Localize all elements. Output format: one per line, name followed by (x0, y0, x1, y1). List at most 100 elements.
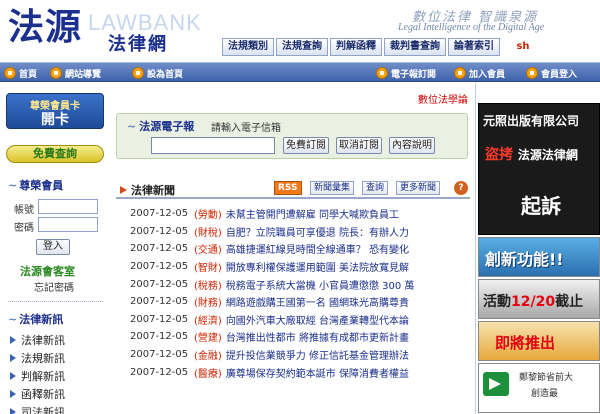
toolbar-home[interactable]: 首頁 (4, 66, 37, 80)
new-features-text: 創新功能!! (485, 250, 564, 269)
lawsuit-announcement-banner[interactable]: 元照出版有限公司 盜拷 法源法律網 起訴 (478, 103, 600, 235)
toolbar-set-homepage[interactable]: 設為首頁 (132, 66, 183, 80)
bullet-arrow-icon (10, 372, 16, 380)
column-divider (475, 83, 476, 414)
home-icon (4, 67, 16, 79)
news-headline[interactable]: 提升投信業競爭力 修正信託基金管理辦法 (226, 347, 409, 362)
news-row[interactable]: 2007-12-05 (營建) 台灣推出性都市 將推據有成都市更新計畫 (116, 328, 470, 346)
toolbar-sitemap[interactable]: 網站導覽 (50, 66, 101, 80)
left-sidebar: 尊榮會員卡 開卡 免費查詢 尊榮會員 帳號 密碼 登入 法源會客室 忘記密碼 法… (0, 83, 108, 414)
news-headline[interactable]: 向國外汽車大廠取經 台灣產業轉型代本論 (226, 312, 409, 327)
news-row[interactable]: 2007-12-05 (智財) 開放專利權保護運用範圍 美法院放寬見解 (116, 258, 470, 276)
logo-subtitle: 法律網 (108, 34, 168, 55)
news-headline[interactable]: 高雄捷運紅線見時間全線通車？ 恐有變化 (226, 241, 409, 256)
coming-soon-banner[interactable]: 即將推出 (478, 321, 600, 361)
site-logo[interactable]: 法源 (8, 6, 82, 48)
law-news-item[interactable]: 判解新訊 (10, 367, 105, 385)
news-tag: (交通) (194, 245, 222, 257)
megaphone-icon (483, 372, 509, 396)
law-news-item[interactable]: 法律新訊 (10, 331, 105, 349)
news-tag: (財稅) (194, 227, 222, 239)
forgot-password-link[interactable]: 忘記密碼 (34, 279, 74, 294)
coming-soon-text: 即將推出 (495, 334, 556, 352)
law-news-item[interactable]: 法規新訊 (10, 349, 105, 367)
rss-button[interactable]: RSS (274, 181, 302, 195)
news-headline[interactable]: 稅務電子系統大當機 小官員遭懲懲 300 萬 (226, 277, 415, 292)
news-date: 2007-12-05 (130, 331, 189, 343)
ad-headline-white: 法源法律網 (517, 148, 578, 162)
epaper-content-button[interactable]: 內容說明 (389, 137, 435, 154)
digital-law-link[interactable]: 數位法學論 (418, 91, 468, 106)
main-content: 數位法學論 法源電子報 請輸入電子信箱 免費訂閱 取消訂閱 內容說明 法律新聞 … (112, 83, 472, 414)
toolbar-join-label: 加入會員 (469, 69, 506, 80)
news-header: 法律新聞 RSS 新聞彙集 查詢 更多新聞 ? (116, 179, 470, 199)
nav-interpretations[interactable]: 判解函釋 (330, 38, 382, 56)
more-news-button[interactable]: 更多新聞 (396, 181, 441, 195)
news-row[interactable]: 2007-12-05 (交通) 高雄捷運紅線見時間全線通車？ 恐有變化 (116, 240, 470, 258)
news-row[interactable]: 2007-12-05 (醫療) 廣尊場保存契約範本誕市 保障消費者權益 (116, 363, 470, 381)
epaper-email-input[interactable] (151, 137, 275, 154)
bullet-arrow-icon (10, 408, 16, 414)
toolbar-home-label: 首頁 (19, 69, 38, 80)
site-header: 法源 LAWBANK 法律網 數位法律 智識泉源 Legal Intellige… (0, 0, 600, 62)
news-row[interactable]: 2007-12-05 (稅務) 稅務電子系統大當機 小官員遭懲懲 300 萬 (116, 275, 470, 293)
nav-law-categories[interactable]: 法規類別 (222, 38, 274, 56)
toolbar-epaper-label: 電子報訂閱 (391, 69, 437, 80)
toolbar-member-login[interactable]: 會員登入 (526, 66, 577, 80)
news-headline[interactable]: 未幫主管開門遭解雇 同學大喊欺負員工 (226, 206, 399, 221)
toolbar-join-member[interactable]: 加入會員 (454, 66, 505, 80)
ad-headline-red: 盜拷 (485, 147, 513, 163)
law-news-item-label: 法規新訊 (21, 352, 65, 365)
event-date: 12/20 (511, 294, 556, 310)
news-headline[interactable]: 台灣推出性都市 將推據有成都市更新計畫 (226, 329, 409, 344)
account-input[interactable] (38, 199, 98, 214)
news-date: 2007-12-05 (130, 349, 189, 361)
epaper-hint: 請輸入電子信箱 (211, 123, 281, 134)
password-label: 密碼 (14, 223, 34, 234)
toolbar-set-homepage-label: 設為首頁 (147, 69, 184, 80)
epaper-subscribe-button[interactable]: 免費訂閱 (283, 137, 329, 154)
new-features-banner[interactable]: 創新功能!! (478, 237, 600, 277)
news-row[interactable]: 2007-12-05 (勞動) 未幫主管開門遭解雇 同學大喊欺負員工 (116, 205, 470, 223)
vip-card-banner[interactable]: 尊榮會員卡 開卡 (6, 93, 104, 129)
toolbar-epaper-subscribe[interactable]: 電子報訂閱 (376, 66, 436, 80)
law-news-item[interactable]: 司法新訊 (10, 403, 105, 414)
epaper-unsubscribe-button[interactable]: 取消訂閱 (336, 137, 382, 154)
news-date: 2007-12-05 (130, 278, 189, 290)
user-badge[interactable]: sh (512, 38, 534, 56)
event-deadline-text: 活動12/20截止 (483, 291, 583, 311)
news-row[interactable]: 2007-12-05 (財稅) 自肥？立院職員可享優退 院長：有辦人力 (116, 223, 470, 241)
nav-judgment-search[interactable]: 裁判書查詢 (384, 38, 446, 56)
password-input[interactable] (38, 217, 98, 232)
epaper-title: 法源電子報 (127, 118, 194, 134)
login-button[interactable]: 登入 (36, 239, 70, 255)
news-headline[interactable]: 自肥？立院職員可享優退 院長：有辦人力 (226, 224, 409, 239)
news-tag: (醫療) (194, 368, 222, 380)
member-home-link[interactable]: 法源會客室 (20, 263, 75, 279)
law-news-item-label: 司法新訊 (21, 406, 65, 414)
epaper-icon (376, 67, 388, 79)
news-date: 2007-12-05 (130, 225, 189, 237)
news-headline[interactable]: 開放專利權保護運用範圍 美法院放寬見解 (226, 259, 409, 274)
announcement-banner[interactable]: 鄭黎節省前大 創造最 (478, 363, 600, 413)
news-headline[interactable]: 廣尊場保存契約範本誕市 保障消費者權益 (226, 365, 409, 380)
news-row[interactable]: 2007-12-05 (財務) 網路遊戲購王國第一名 國網珠光高購尊貴 (116, 293, 470, 311)
news-archive-button[interactable]: 新聞彙集 (310, 181, 355, 195)
news-date: 2007-12-05 (130, 208, 189, 220)
nav-article-index[interactable]: 論著索引 (448, 38, 500, 56)
account-label: 帳號 (14, 205, 34, 216)
event-deadline-banner[interactable]: 活動12/20截止 (478, 279, 600, 319)
law-news-item[interactable]: 函釋新訊 (10, 385, 105, 403)
news-row[interactable]: 2007-12-05 (金融) 提升投信業競爭力 修正信託基金管理辦法 (116, 346, 470, 364)
news-row[interactable]: 2007-12-05 (經濟) 向國外汽車大廠取經 台灣產業轉型代本論 (116, 311, 470, 329)
news-tag: (經濟) (194, 315, 222, 327)
news-date: 2007-12-05 (130, 296, 189, 308)
nav-law-search[interactable]: 法規查詢 (276, 38, 328, 56)
news-list: 2007-12-05 (勞動) 未幫主管開門遭解雇 同學大喊欺負員工 2007-12… (116, 205, 470, 381)
ad-headline: 盜拷 法源法律網 (485, 144, 578, 164)
news-search-button[interactable]: 查詢 (362, 181, 389, 195)
help-icon[interactable]: ? (454, 181, 468, 195)
bullet-arrow-icon (10, 390, 16, 398)
free-query-button[interactable]: 免費查詢 (6, 145, 104, 163)
news-headline[interactable]: 網路遊戲購王國第一名 國網珠光高購尊貴 (226, 294, 409, 309)
